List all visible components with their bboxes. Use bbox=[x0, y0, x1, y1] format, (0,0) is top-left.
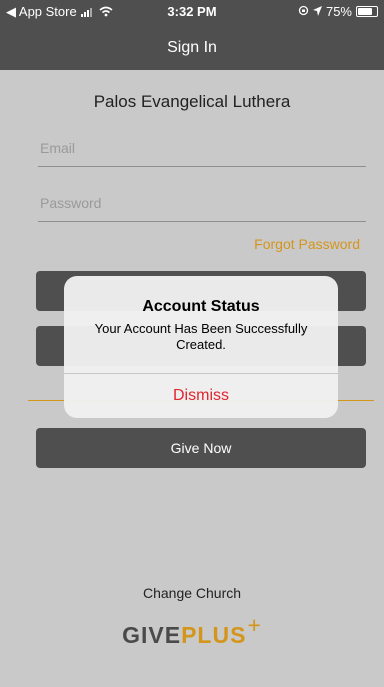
logo-plus: PLUS bbox=[181, 622, 247, 648]
password-field[interactable]: Password bbox=[38, 189, 366, 222]
giveplus-logo: GIVEPLUS+ bbox=[0, 612, 384, 649]
password-placeholder: Password bbox=[40, 195, 102, 211]
alert-title: Account Status bbox=[142, 298, 260, 315]
church-name: Palos Evangelical Luthera bbox=[93, 92, 291, 111]
rotation-lock-icon bbox=[298, 4, 309, 19]
location-arrow-icon bbox=[312, 4, 322, 19]
logo-give: GIVE bbox=[122, 622, 182, 648]
email-field[interactable]: Email bbox=[38, 134, 366, 167]
give-now-button[interactable]: Give Now bbox=[36, 428, 366, 468]
logo-cross-icon: + bbox=[247, 612, 262, 638]
battery-percent: 75% bbox=[325, 4, 352, 19]
page-title: Sign In bbox=[167, 39, 217, 56]
email-placeholder: Email bbox=[40, 140, 76, 156]
dismiss-button[interactable]: Dismiss bbox=[64, 374, 338, 418]
status-bar: ◀ App Store 3:32 PM 75% bbox=[0, 0, 384, 22]
status-right: 75% bbox=[298, 4, 378, 19]
change-church-link[interactable]: Change Church bbox=[0, 585, 384, 601]
battery-icon bbox=[356, 6, 378, 17]
forgot-password-link[interactable]: Forgot Password bbox=[254, 236, 360, 252]
alert-message: Your Account Has Been Successfully Creat… bbox=[94, 321, 308, 352]
account-status-alert: Account Status Your Account Has Been Suc… bbox=[64, 276, 338, 418]
navigation-bar: ◀ App Store 3:32 PM 75% Sign In bbox=[0, 0, 384, 70]
